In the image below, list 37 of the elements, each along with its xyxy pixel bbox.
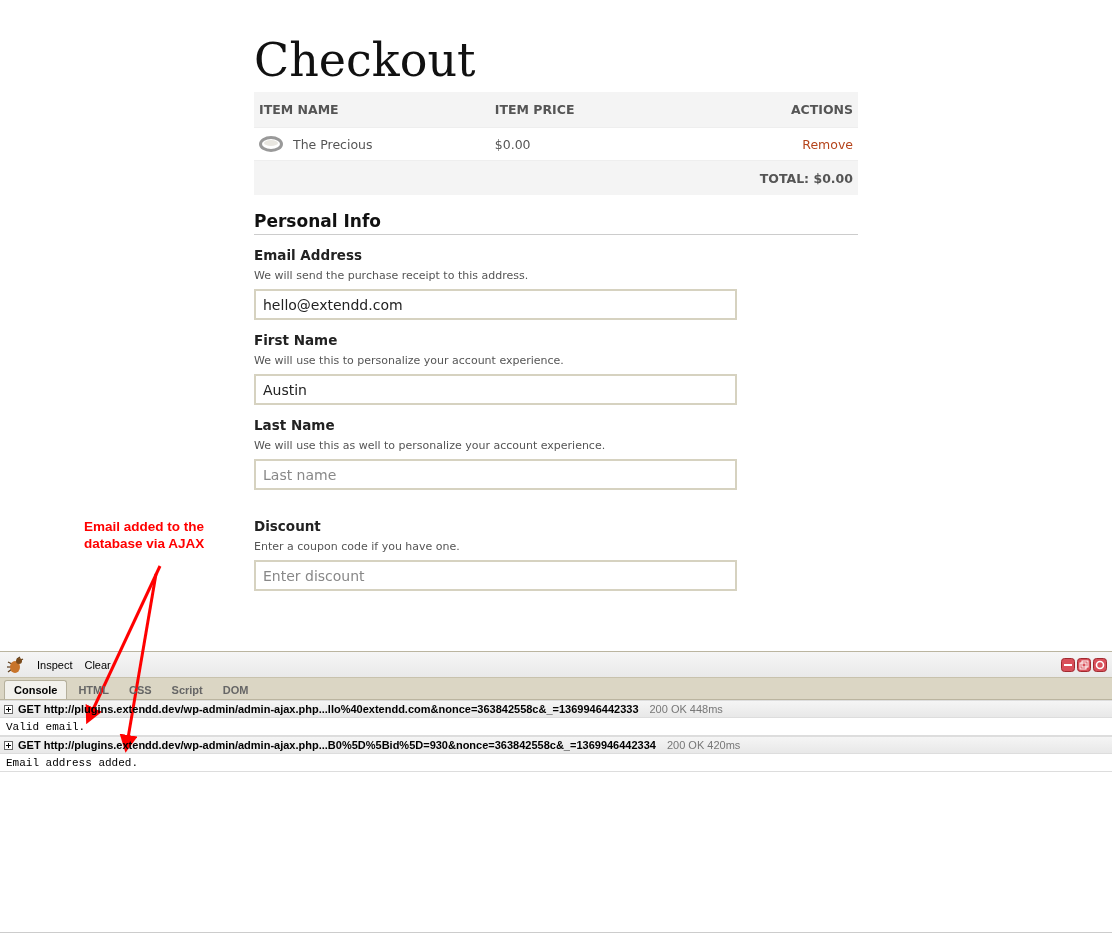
annotation-text: Email added to the database via AJAX [84,518,205,552]
input-field[interactable]: Enter discount [254,560,737,591]
expand-icon[interactable] [4,704,13,714]
minimize-icon[interactable] [1061,657,1075,672]
panel-tab[interactable]: Script [162,681,212,699]
expand-icon[interactable] [4,740,13,750]
input-field[interactable]: Last name [254,459,737,490]
toolbar-button[interactable]: Inspect [37,658,73,671]
column-header: ITEM NAME [254,92,490,128]
cart-total: TOTAL: $0.00 [660,160,858,195]
field-hint: We will send the purchase receipt to this address. [254,269,530,282]
panel-tab[interactable]: DOM [213,681,258,699]
ring-icon [259,135,283,153]
column-header: ITEM PRICE [489,92,661,128]
field-hint: We will use this as well to personalize your account experience. [254,439,607,452]
section-heading: Personal Info [254,211,858,235]
close-icon[interactable] [1093,657,1107,672]
field-label: Discount [254,518,321,534]
toolbar-button[interactable]: Clear [84,658,111,671]
input-field[interactable]: Austin [254,374,737,405]
page-title: Checkout [254,32,477,89]
item-name: The Precious [293,136,373,152]
request-status: 200 OK 420ms [666,739,741,751]
response-text: Valid email. [6,720,86,733]
field-hint: Enter a coupon code if you have one. [254,540,461,553]
field-label: Last Name [254,417,335,433]
restore-icon[interactable] [1077,657,1091,672]
column-header: ACTIONS [660,92,858,128]
remove-link[interactable]: Remove [802,136,853,152]
field-hint: We will use this to personalize your account experience. [254,354,565,367]
response-text: Email address added. [6,756,139,769]
field-label: First Name [254,332,338,348]
input-field[interactable]: hello@extendd.com [254,289,737,320]
panel-tab[interactable]: Console [4,680,68,699]
request-status: 200 OK 448ms [649,703,723,715]
bug-icon[interactable] [5,655,25,674]
field-label: Email Address [254,247,362,263]
